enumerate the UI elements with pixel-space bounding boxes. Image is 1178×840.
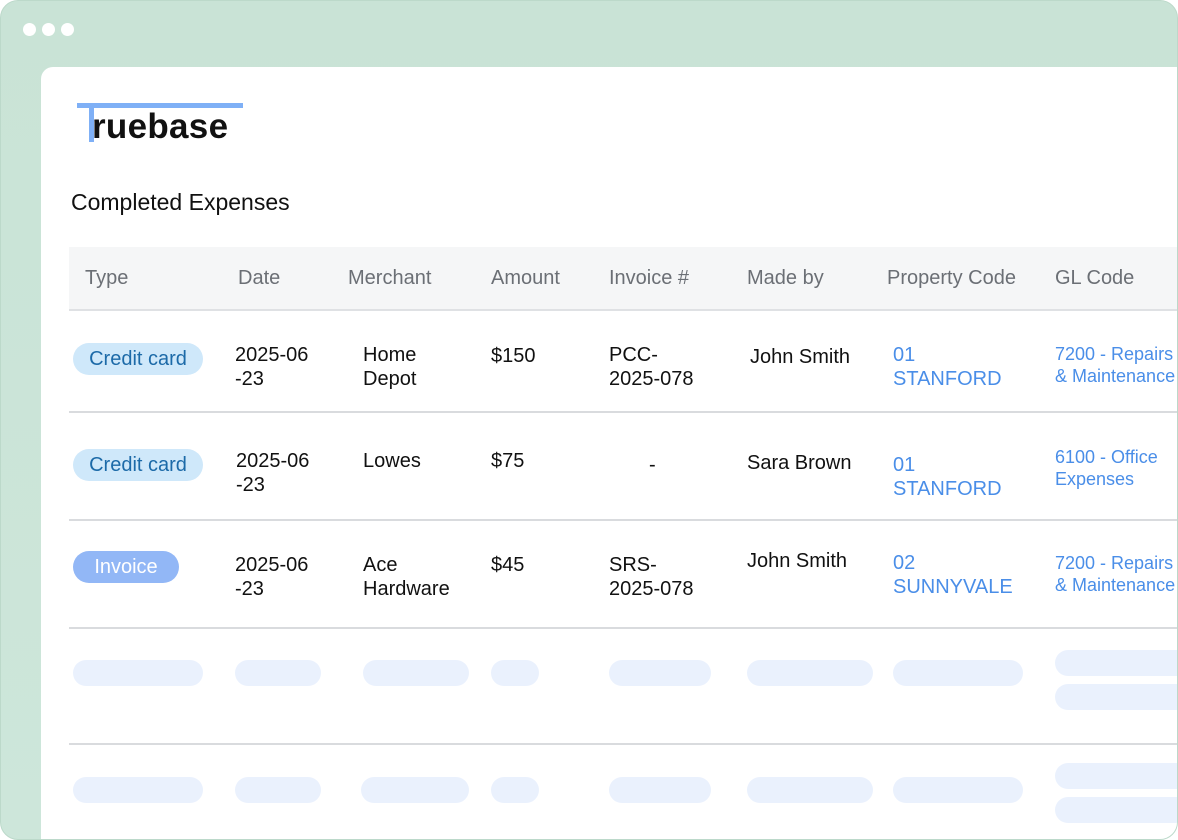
gl-code-link[interactable]: 6100 - Office Expenses bbox=[1055, 446, 1158, 490]
amount-cell: $75 bbox=[491, 450, 525, 472]
made-by-cell: John Smith bbox=[750, 346, 851, 368]
skeleton-bar bbox=[1055, 650, 1177, 676]
skeleton-bar bbox=[609, 660, 711, 686]
column-header-property-code[interactable]: Property Code bbox=[887, 267, 1016, 290]
column-header-made-by[interactable]: Made by bbox=[747, 267, 824, 290]
window-dot-icon[interactable] bbox=[61, 23, 74, 36]
window-controls bbox=[23, 23, 74, 36]
window-dot-icon[interactable] bbox=[23, 23, 36, 36]
property-code-link[interactable]: 02 SUNNYVALE bbox=[893, 551, 1013, 599]
skeleton-bar bbox=[491, 777, 539, 803]
merchant-cell: Home Depot bbox=[363, 344, 417, 390]
skeleton-bar bbox=[1055, 797, 1177, 823]
skeleton-bar bbox=[747, 777, 873, 803]
invoice-cell: - bbox=[649, 454, 656, 476]
table-row[interactable]: Credit card 2025-06 -23 Lowes $75 - Sara… bbox=[69, 413, 1177, 521]
amount-cell: $150 bbox=[491, 345, 536, 367]
skeleton-bar bbox=[609, 777, 711, 803]
column-header-gl-code[interactable]: GL Code bbox=[1055, 267, 1134, 290]
date-cell: 2025-06 -23 bbox=[235, 344, 309, 390]
made-by-cell: John Smith bbox=[747, 550, 848, 572]
merchant-cell: Lowes bbox=[363, 450, 421, 472]
column-header-amount[interactable]: Amount bbox=[491, 267, 560, 290]
skeleton-bar bbox=[73, 777, 203, 803]
invoice-cell: PCC- 2025-078 bbox=[609, 344, 694, 390]
date-cell: 2025-06 -23 bbox=[235, 554, 309, 600]
skeleton-bar bbox=[491, 660, 539, 686]
property-code-link[interactable]: 01 STANFORD bbox=[893, 343, 1002, 391]
made-by-cell: Sara Brown bbox=[747, 452, 852, 474]
column-header-date[interactable]: Date bbox=[238, 267, 280, 290]
amount-cell: $45 bbox=[491, 554, 525, 576]
column-header-invoice[interactable]: Invoice # bbox=[609, 267, 689, 290]
table-row[interactable]: Invoice 2025-06 -23 Ace Hardware $45 SRS… bbox=[69, 521, 1177, 629]
skeleton-bar bbox=[1055, 763, 1177, 789]
window-dot-icon[interactable] bbox=[42, 23, 55, 36]
skeleton-row bbox=[69, 745, 1177, 839]
skeleton-bar bbox=[893, 777, 1023, 803]
gl-code-link[interactable]: 7200 - Repairs & Maintenance bbox=[1055, 343, 1175, 387]
type-badge-invoice: Invoice bbox=[73, 551, 179, 583]
skeleton-bar bbox=[363, 660, 469, 686]
skeleton-bar bbox=[361, 777, 469, 803]
skeleton-bar bbox=[747, 660, 873, 686]
column-header-type[interactable]: Type bbox=[85, 267, 128, 290]
page-title: Completed Expenses bbox=[71, 189, 290, 215]
column-header-merchant[interactable]: Merchant bbox=[348, 267, 431, 290]
property-code-link[interactable]: 01 STANFORD bbox=[893, 453, 1002, 501]
logo-text: ruebase bbox=[92, 107, 229, 146]
date-cell: 2025-06 -23 bbox=[236, 450, 310, 496]
browser-window: ruebase Completed Expenses Type Date Mer… bbox=[0, 0, 1178, 840]
expenses-table: Type Date Merchant Amount Invoice # Made… bbox=[69, 247, 1177, 839]
skeleton-bar bbox=[893, 660, 1023, 686]
skeleton-row bbox=[69, 629, 1177, 745]
table-row[interactable]: Credit card 2025-06 -23 Home Depot $150 … bbox=[69, 311, 1177, 413]
skeleton-bar bbox=[235, 660, 321, 686]
app-content: ruebase Completed Expenses Type Date Mer… bbox=[41, 67, 1177, 839]
invoice-cell: SRS- 2025-078 bbox=[609, 554, 694, 600]
table-header: Type Date Merchant Amount Invoice # Made… bbox=[69, 247, 1177, 311]
type-badge-credit-card: Credit card bbox=[73, 343, 203, 375]
skeleton-bar bbox=[73, 660, 203, 686]
truebase-logo[interactable]: ruebase bbox=[77, 103, 244, 145]
merchant-cell: Ace Hardware bbox=[363, 554, 450, 600]
skeleton-bar bbox=[1055, 684, 1177, 710]
gl-code-link[interactable]: 7200 - Repairs & Maintenance bbox=[1055, 552, 1175, 596]
skeleton-bar bbox=[235, 777, 321, 803]
type-badge-credit-card: Credit card bbox=[73, 449, 203, 481]
